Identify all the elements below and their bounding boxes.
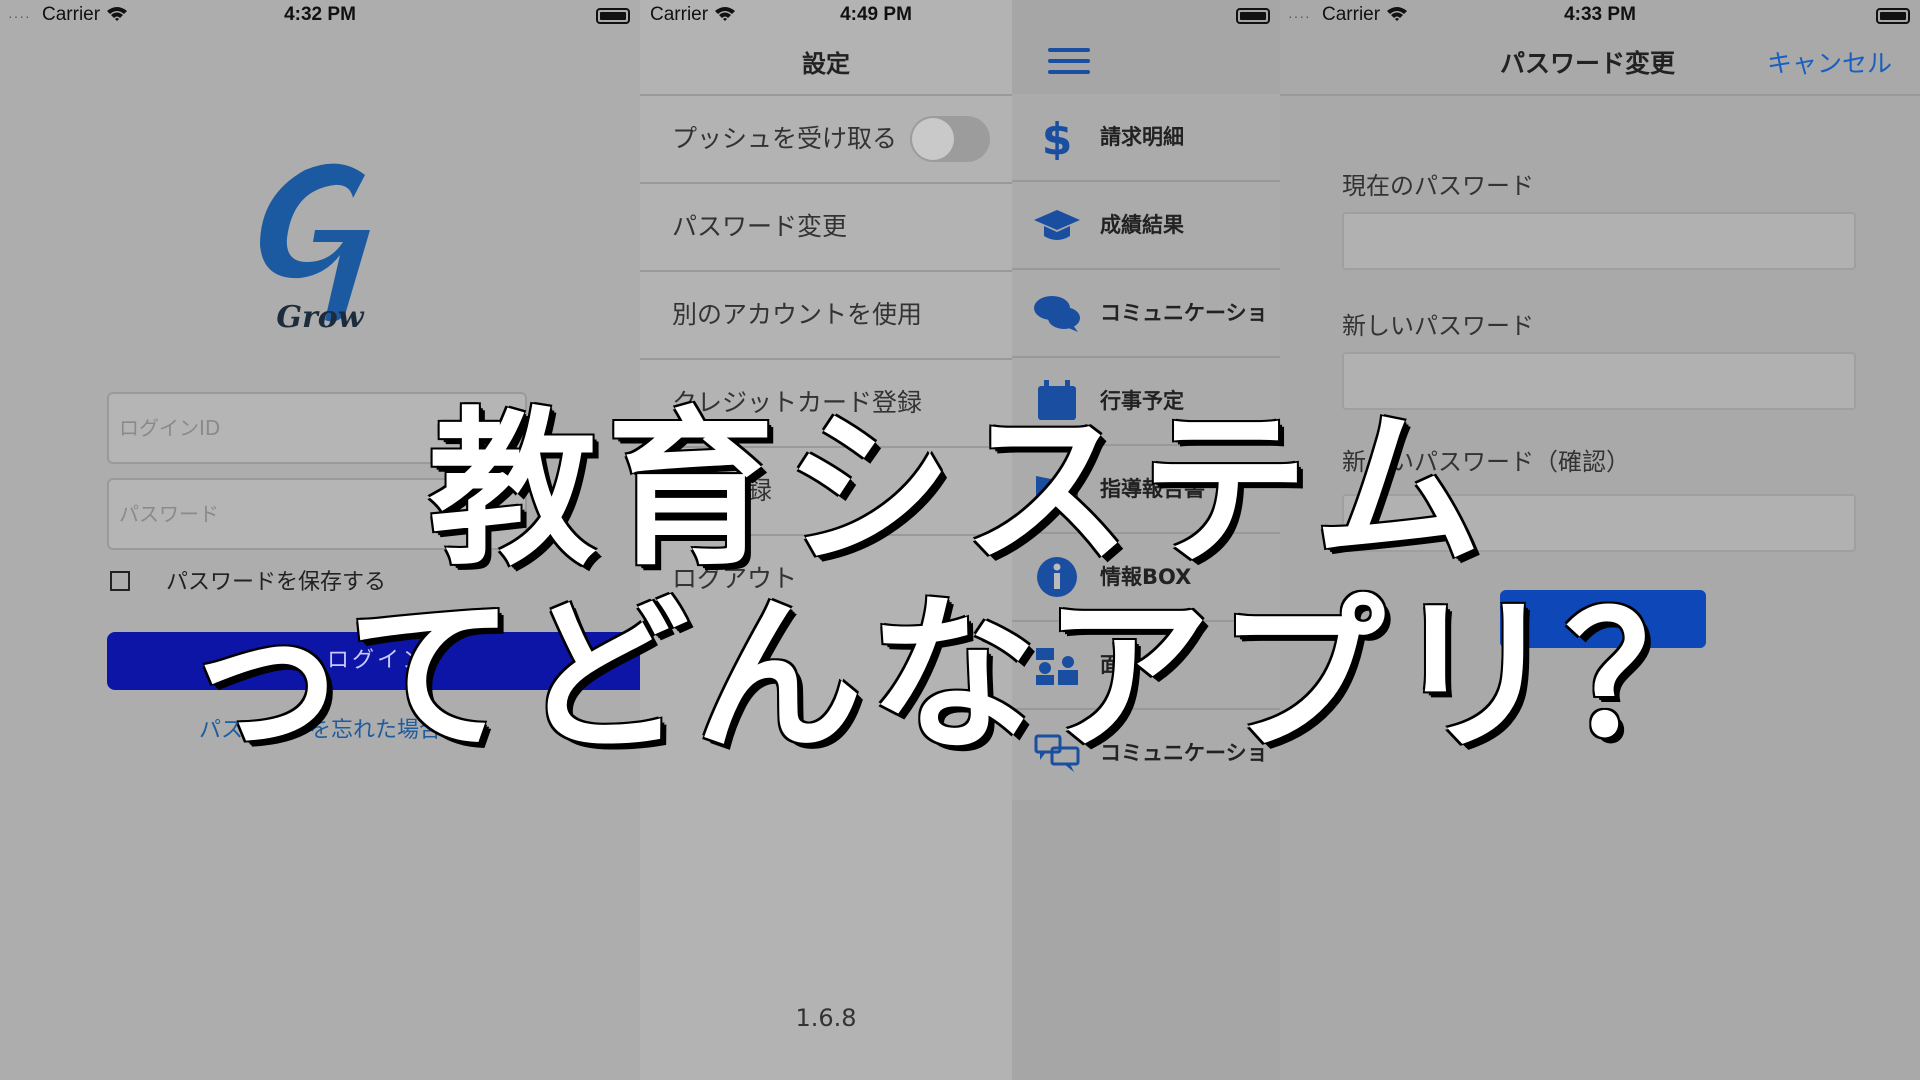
settings-row-label: プッシュを受け取る — [672, 124, 898, 153]
graduation-cap-icon — [1034, 210, 1080, 240]
settings-row-password[interactable]: パスワード変更 — [640, 184, 1012, 272]
battery-icon — [596, 8, 630, 24]
headline-line-2: ってどんなアプリ？ — [181, 578, 1739, 774]
settings-row-push[interactable]: プッシュを受け取る — [640, 96, 1012, 184]
battery-icon — [1236, 8, 1270, 24]
cancel-button[interactable]: キャンセル — [1767, 44, 1892, 80]
menu-item-label: 成績結果 — [1100, 213, 1184, 237]
dollar-icon: $ — [1042, 114, 1073, 160]
carrier-label: Carrier — [650, 4, 736, 26]
menu-item-label: コミュニケーショ — [1100, 301, 1268, 325]
status-time: 4:49 PM — [840, 4, 912, 25]
version-label: 1.6.8 — [795, 1004, 857, 1032]
chat-bubbles-icon — [1034, 296, 1080, 332]
hamburger-menu-icon[interactable] — [1048, 48, 1090, 74]
settings-row-label: 別のアカウントを使用 — [672, 300, 923, 329]
new-password-label: 新しいパスワード — [1342, 312, 1534, 340]
logo-text: Grow — [276, 300, 364, 335]
current-password-label: 現在のパスワード — [1342, 172, 1534, 200]
header-divider — [1280, 94, 1920, 96]
push-toggle[interactable] — [910, 116, 990, 162]
menu-item-label: 請求明細 — [1100, 125, 1184, 149]
status-time: 4:32 PM — [284, 4, 356, 25]
current-password-input[interactable] — [1342, 212, 1856, 270]
status-bar: Carrier 4:49 PM — [640, 0, 1012, 30]
settings-row-account[interactable]: 別のアカウントを使用 — [640, 272, 1012, 360]
page-title: 設定 — [802, 50, 850, 78]
status-bar — [1012, 0, 1280, 30]
battery-icon — [1876, 8, 1910, 24]
menu-item[interactable]: 成績結果 — [1012, 182, 1280, 270]
page-title: パスワード変更 — [1500, 49, 1676, 78]
status-bar: ···· Carrier 4:32 PM — [0, 0, 640, 30]
toggle-knob — [912, 118, 954, 160]
status-bar: ···· Carrier 4:33 PM — [1280, 0, 1920, 30]
status-time: 4:33 PM — [1564, 4, 1636, 25]
menu-item[interactable]: $ 請求明細 — [1012, 94, 1280, 182]
settings-row-label: パスワード変更 — [672, 212, 848, 241]
wifi-icon — [715, 7, 736, 21]
svg-text:$: $ — [1042, 114, 1073, 160]
menu-item[interactable]: コミュニケーショ — [1012, 270, 1280, 358]
